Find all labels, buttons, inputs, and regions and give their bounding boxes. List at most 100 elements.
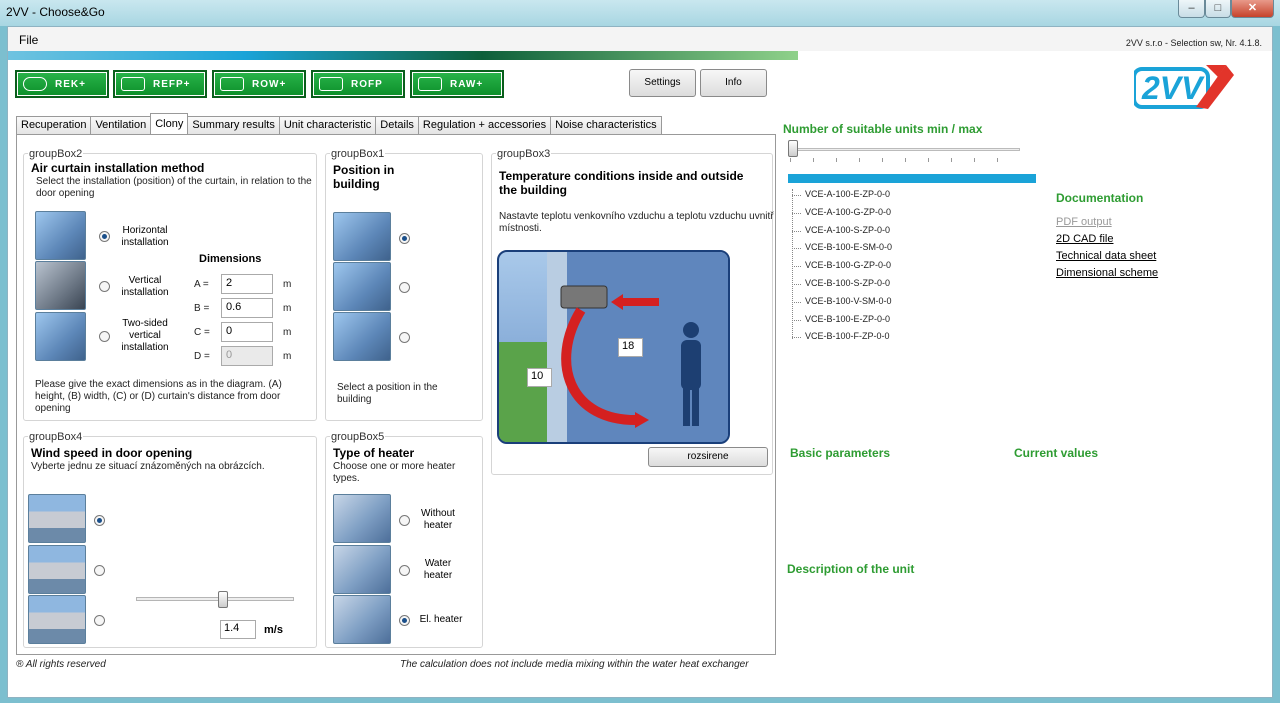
maximize-button[interactable]: □ (1205, 0, 1231, 18)
window-title: 2VV - Choose&Go (6, 5, 105, 19)
wind-situation-1-image[interactable] (28, 494, 86, 543)
menu-bar: File (8, 27, 1272, 51)
module-refp-button[interactable]: REFP+ (113, 70, 207, 98)
vertical-installation-image[interactable] (35, 261, 86, 310)
water-heater-image[interactable] (333, 545, 391, 594)
menu-file[interactable]: File (19, 33, 38, 47)
temperature-title: Temperature conditions inside and outsid… (499, 169, 744, 197)
units-progress-bar (788, 174, 1036, 183)
tab-details[interactable]: Details (375, 116, 419, 134)
units-slider-thumb[interactable] (788, 140, 798, 157)
unit-item[interactable]: VCE-A-100-E-ZP-0-0 (788, 186, 892, 204)
wind-situation-3-radio[interactable] (94, 615, 105, 626)
module-label: RAW+ (450, 78, 484, 90)
wind-situation-1-radio[interactable] (94, 515, 105, 526)
dim-c-input[interactable]: 0 (221, 322, 273, 342)
installation-desc: Select the installation (position) of th… (36, 176, 312, 199)
tab-clony[interactable]: Clony (150, 113, 189, 134)
unit-item[interactable]: VCE-B-100-E-SM-0-0 (788, 239, 892, 257)
inside-temperature-input[interactable]: 18 (618, 338, 643, 357)
wind-situation-2-radio[interactable] (94, 565, 105, 576)
units-slider-ticks (790, 158, 1020, 162)
group-caption: groupBox3 (496, 148, 552, 160)
units-slider-track[interactable] (790, 148, 1020, 151)
unit-item[interactable]: VCE-A-100-G-ZP-0-0 (788, 204, 892, 222)
module-label: ROFP (351, 78, 383, 90)
documentation-links: PDF output 2D CAD file Technical data sh… (1056, 214, 1158, 282)
dim-b-input[interactable]: 0.6 (221, 298, 273, 318)
dimensional-scheme-link[interactable]: Dimensional scheme (1056, 265, 1158, 282)
outside-temperature-input[interactable]: 10 (527, 368, 552, 387)
dim-a-unit: m (283, 279, 292, 290)
tab-strip: Recuperation Ventilation Clony Summary r… (16, 113, 662, 134)
vertical-installation-label: Vertical installation (121, 275, 169, 298)
el-heater-radio[interactable] (399, 615, 410, 626)
heater-desc: Choose one or more heater types. (333, 461, 456, 484)
dim-a-input[interactable]: 2 (221, 274, 273, 294)
tab-recuperation[interactable]: Recuperation (16, 116, 92, 134)
module-rek-button[interactable]: REK+ (15, 70, 109, 98)
position-1-radio[interactable] (399, 233, 410, 244)
basic-parameters-title: Basic parameters (790, 446, 891, 460)
without-heater-image[interactable] (333, 494, 391, 543)
tab-ventilation[interactable]: Ventilation (90, 116, 152, 134)
horizontal-installation-image[interactable] (35, 211, 86, 260)
position-note: Select a position in the building (337, 382, 438, 405)
two-sided-installation-radio[interactable] (99, 331, 110, 342)
wind-situation-2-image[interactable] (28, 545, 86, 594)
close-button[interactable]: ✕ (1231, 0, 1274, 18)
unit-item[interactable]: VCE-B-100-S-ZP-0-0 (788, 275, 892, 293)
module-rofp-button[interactable]: ROFP (311, 70, 405, 98)
version-label: 2VV s.r.o - Selection sw, Nr. 4.1.8. (1125, 38, 1262, 48)
water-heater-label: Water heater (423, 558, 453, 581)
module-raw-button[interactable]: RAW+ (410, 70, 504, 98)
without-heater-radio[interactable] (399, 515, 410, 526)
unit-item[interactable]: VCE-B-100-G-ZP-0-0 (788, 257, 892, 275)
group-caption: groupBox4 (28, 431, 84, 443)
position-3-radio[interactable] (399, 332, 410, 343)
heater-group: groupBox5 Type of heater Choose one or m… (325, 431, 483, 648)
group-caption: groupBox1 (330, 148, 386, 160)
installation-title: Air curtain installation method (31, 161, 205, 175)
tab-regulation[interactable]: Regulation + accessories (417, 116, 552, 134)
position-3-image[interactable] (333, 312, 391, 361)
dim-b-label: B = (194, 303, 210, 314)
settings-button[interactable]: Settings (629, 69, 696, 97)
wind-situation-3-image[interactable] (28, 595, 86, 644)
position-title: Position in building (333, 163, 395, 191)
technical-data-sheet-link[interactable]: Technical data sheet (1056, 248, 1158, 265)
tab-noise[interactable]: Noise characteristics (550, 116, 662, 134)
two-sided-installation-image[interactable] (35, 312, 86, 361)
dimensions-title: Dimensions (199, 253, 262, 265)
wind-speed-slider-track[interactable] (136, 597, 294, 601)
unit-item[interactable]: VCE-B-100-V-SM-0-0 (788, 293, 892, 311)
units-list: VCE-A-100-E-ZP-0-0 VCE-A-100-G-ZP-0-0 VC… (788, 186, 892, 346)
cad-file-link[interactable]: 2D CAD file (1056, 231, 1158, 248)
unit-item[interactable]: VCE-A-100-S-ZP-0-0 (788, 222, 892, 240)
logo-text: 2VV (1141, 70, 1205, 106)
unit-item[interactable]: VCE-B-100-E-ZP-0-0 (788, 311, 892, 329)
wind-speed-desc: Vyberte jednu ze situací znázoměných na … (31, 461, 265, 472)
rofp-icon (319, 77, 343, 91)
position-2-radio[interactable] (399, 282, 410, 293)
wind-speed-group: groupBox4 Wind speed in door opening Vyb… (23, 431, 317, 648)
minimize-button[interactable]: – (1178, 0, 1205, 18)
info-button[interactable]: Info (700, 69, 767, 97)
wind-speed-input[interactable]: 1.4 (220, 620, 256, 639)
module-row-button[interactable]: ROW+ (212, 70, 306, 98)
vertical-installation-radio[interactable] (99, 281, 110, 292)
water-heater-radio[interactable] (399, 565, 410, 576)
title-bar: 2VV - Choose&Go – □ ✕ (0, 0, 1280, 26)
tab-unit-characteristic[interactable]: Unit characteristic (278, 116, 377, 134)
unit-item[interactable]: VCE-B-100-F-ZP-0-0 (788, 328, 892, 346)
wind-speed-slider-thumb[interactable] (217, 591, 228, 608)
refp-icon (121, 77, 145, 91)
extended-button[interactable]: rozsirene (648, 447, 768, 467)
position-1-image[interactable] (333, 212, 391, 261)
temperature-desc: Nastavte teplotu venkovního vzduchu a te… (499, 211, 774, 234)
horizontal-installation-label: Horizontal installation (121, 225, 169, 248)
position-2-image[interactable] (333, 262, 391, 311)
tab-summary-results[interactable]: Summary results (187, 116, 280, 134)
el-heater-image[interactable] (333, 595, 391, 644)
horizontal-installation-radio[interactable] (99, 231, 110, 242)
